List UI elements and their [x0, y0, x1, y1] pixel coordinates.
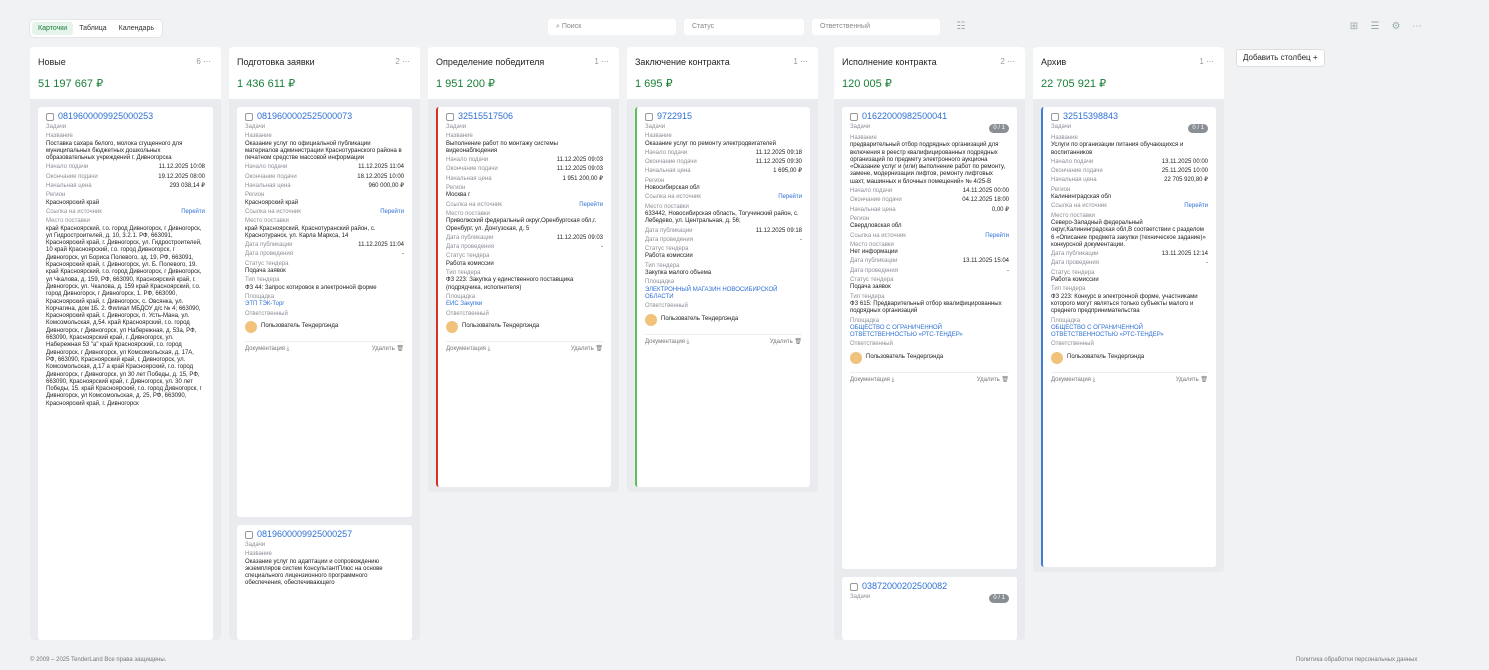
column-title: Заключение контракта [635, 57, 730, 67]
docs-button[interactable]: Документация ⤓ [446, 346, 490, 353]
column-count[interactable]: 6 ⋯ [196, 57, 211, 67]
tender-card[interactable]: 32515517506 Задачи Название Выполнение р… [436, 107, 611, 487]
column-new: Новые 6 ⋯ 51 197 667 ₽ 081960000992500025… [30, 47, 221, 640]
column-count[interactable]: 1 ⋯ [594, 57, 609, 67]
tasks-badge: 0 / 1 [989, 594, 1009, 603]
source-link[interactable]: Перейти [778, 194, 802, 201]
tender-card[interactable]: 9722915 Задачи Название Оказание услуг п… [635, 107, 810, 487]
avatar [645, 313, 657, 326]
tab-calendar[interactable]: Календарь [113, 22, 160, 35]
card-checkbox[interactable] [245, 531, 253, 539]
column-title: Архив [1041, 57, 1067, 67]
card-number[interactable]: 9722915 [657, 112, 692, 121]
card-checkbox[interactable] [245, 113, 253, 121]
column-sum: 22 705 921 ₽ [1041, 78, 1107, 90]
delete-button[interactable]: Удалить 🗑 [571, 346, 603, 353]
list-settings-icon[interactable]: ☰ [1368, 19, 1382, 35]
column-count[interactable]: 2 ⋯ [395, 57, 410, 67]
column-archive: Архив 1 ⋯ 22 705 921 ₽ 32515398843 Задачи… [1033, 47, 1224, 572]
column-execution: Исполнение контракта 2 ⋯ 120 005 ₽ 016220… [834, 47, 1025, 640]
add-board-icon[interactable]: ⊞ [1347, 19, 1361, 35]
platform-link[interactable]: ОБЩЕСТВО С ОГРАНИЧЕННОЙ ОТВЕТСТВЕННОСТЬЮ… [850, 325, 1009, 340]
platform-link[interactable]: ОБЩЕСТВО С ОГРАНИЧЕННОЙ ОТВЕТСТВЕННОСТЬЮ… [1051, 325, 1208, 340]
docs-button[interactable]: Документация ⤓ [645, 339, 689, 346]
card-number[interactable]: 01622000982500041 [862, 112, 947, 121]
avatar [850, 351, 862, 364]
search-input[interactable]: ⌕ Поиск [548, 19, 676, 35]
column-sum: 1 951 200 ₽ [436, 78, 495, 90]
card-number[interactable]: 32515517506 [458, 112, 513, 121]
tender-card[interactable]: 0819600009925000253 Задачи Название Пост… [38, 107, 213, 640]
tender-card[interactable]: 01622000982500041 Задачи 0 / 1 Название п… [842, 107, 1017, 569]
more-icon[interactable]: ⋯ [1410, 19, 1424, 35]
delete-button[interactable]: Удалить 🗑 [770, 339, 802, 346]
column-sum: 51 197 667 ₽ [38, 78, 104, 90]
gear-icon[interactable]: ⚙ [1389, 19, 1403, 35]
column-sum: 1 695 ₽ [635, 78, 673, 90]
column-preparation: Подготовка заявки 2 ⋯ 1 436 611 ₽ 0819600… [229, 47, 420, 640]
card-checkbox[interactable] [850, 583, 858, 591]
card-number[interactable]: 03872000202500082 [862, 582, 947, 591]
source-link[interactable]: Перейти [579, 202, 603, 209]
card-checkbox[interactable] [1051, 113, 1059, 121]
column-winner: Определение победителя 1 ⋯ 1 951 200 ₽ 32… [428, 47, 619, 492]
card-checkbox[interactable] [850, 113, 858, 121]
status-select[interactable]: Статус [684, 19, 804, 35]
card-number[interactable]: 0819600009925000257 [257, 530, 352, 539]
card-place: край Красноярский, г.о. город Дивногорск… [46, 225, 202, 407]
card-checkbox[interactable] [46, 113, 54, 121]
card-checkbox[interactable] [446, 113, 454, 121]
tender-card[interactable]: 0819600009925000257 Задачи Название Оказ… [237, 525, 412, 640]
column-title: Определение победителя [436, 57, 545, 67]
card-number[interactable]: 0819600009925000253 [58, 112, 153, 121]
avatar [1051, 351, 1063, 364]
view-tabs: Карточки Таблица Календарь [30, 20, 162, 37]
plus-icon: + [1312, 53, 1318, 62]
delete-button[interactable]: Удалить 🗑 [372, 346, 404, 353]
column-contract: Заключение контракта 1 ⋯ 1 695 ₽ 9722915 … [627, 47, 818, 492]
privacy-policy-link[interactable]: Политика обработки персональных данных [1296, 657, 1417, 663]
docs-button[interactable]: Документация ⤓ [850, 377, 894, 384]
card-checkbox[interactable] [645, 113, 653, 121]
column-header: Новые 6 ⋯ 51 197 667 ₽ [30, 47, 221, 99]
platform-link[interactable]: ЭТП ТЭК-Торг [245, 301, 404, 308]
avatar [446, 320, 458, 333]
docs-button[interactable]: Документация ⤓ [245, 346, 289, 353]
avatar [245, 320, 257, 333]
column-title: Исполнение контракта [842, 57, 937, 67]
tender-card[interactable]: 0819600002525000073 Задачи Название Оказ… [237, 107, 412, 517]
top-toolbar: Карточки Таблица Календарь ⌕ Поиск Стату… [0, 0, 1489, 54]
column-title: Новые [38, 57, 66, 67]
delete-button[interactable]: Удалить 🗑 [977, 377, 1009, 384]
column-sum: 1 436 611 ₽ [237, 78, 296, 90]
column-count[interactable]: 1 ⋯ [1199, 57, 1214, 67]
source-link[interactable]: Перейти [1184, 203, 1208, 210]
source-link[interactable]: Перейти [380, 209, 404, 216]
source-link[interactable]: Перейти [985, 233, 1009, 240]
card-number[interactable]: 32515398843 [1063, 112, 1118, 121]
platform-link[interactable]: ЭЛЕКТРОННЫЙ МАГАЗИН НОВОСИБИРСКОЙ ОБЛАСТ… [645, 287, 802, 302]
delete-button[interactable]: Удалить 🗑 [1176, 377, 1208, 384]
tasks-badge: 0 / 1 [1188, 124, 1208, 133]
platform-link[interactable]: ЕИС Закупки [446, 301, 603, 308]
docs-button[interactable]: Документация ⤓ [1051, 377, 1095, 384]
column-sum: 120 005 ₽ [842, 78, 892, 90]
owner-select[interactable]: Ответственный [812, 19, 940, 35]
tender-card[interactable]: 03872000202500082 Задачи 0 / 1 [842, 577, 1017, 640]
column-count[interactable]: 1 ⋯ [793, 57, 808, 67]
copyright: © 2009 – 2025 TenderLand Все права защищ… [30, 657, 167, 663]
card-name: Поставка сахара белого, молока сгущенног… [46, 140, 183, 162]
filter-settings-icon[interactable]: ☷ [954, 19, 968, 35]
tab-cards[interactable]: Карточки [32, 22, 74, 35]
column-title: Подготовка заявки [237, 57, 315, 67]
column-count[interactable]: 2 ⋯ [1000, 57, 1015, 67]
add-column-button[interactable]: Добавить столбец + [1236, 49, 1325, 67]
source-link[interactable]: Перейти [181, 209, 205, 216]
card-number[interactable]: 0819600002525000073 [257, 112, 352, 121]
tender-card[interactable]: 32515398843 Задачи 0 / 1 Название Услуги … [1041, 107, 1216, 567]
tasks-badge: 0 / 1 [989, 124, 1009, 133]
tab-table[interactable]: Таблица [73, 22, 112, 35]
